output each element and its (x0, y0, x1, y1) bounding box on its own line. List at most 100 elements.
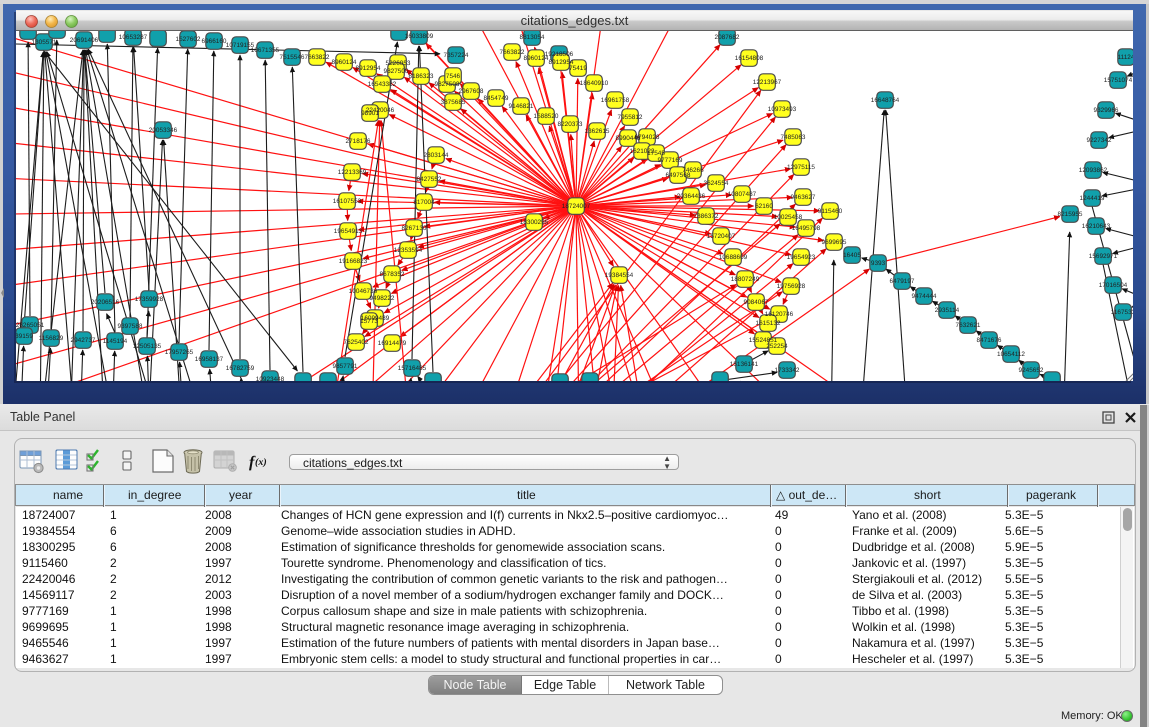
svg-text:9777169: 9777169 (658, 157, 683, 164)
svg-text:7485063: 7485063 (781, 134, 806, 141)
svg-text:10973493: 10973493 (768, 106, 797, 113)
svg-text:9699695: 9699695 (822, 239, 847, 246)
svg-text:16543382: 16543382 (368, 81, 397, 88)
svg-text:75419: 75419 (569, 65, 587, 72)
svg-text:18300295: 18300295 (520, 219, 549, 226)
svg-text:16495798: 16495798 (792, 225, 821, 232)
svg-text:8678352: 8678352 (380, 271, 405, 278)
svg-text:3624554: 3624554 (704, 180, 729, 187)
svg-text:8912954: 8912954 (356, 65, 381, 72)
svg-text:9329966: 9329966 (1094, 107, 1119, 114)
svg-text:15751074: 15751074 (1104, 77, 1133, 84)
svg-text:7515546: 7515546 (280, 54, 305, 61)
svg-text:2087682: 2087682 (715, 34, 740, 41)
svg-text:19756928: 19756928 (777, 283, 806, 290)
svg-text:20691406: 20691406 (70, 37, 99, 44)
svg-text:7663822: 7663822 (305, 54, 330, 61)
svg-text:12353594: 12353594 (394, 247, 423, 254)
svg-text:9498222: 9498222 (370, 295, 395, 302)
svg-text:10046736: 10046736 (349, 288, 378, 295)
svg-text:8427552: 8427552 (417, 176, 442, 183)
svg-text:1362615: 1362615 (585, 128, 610, 135)
svg-text:8813054: 8813054 (520, 34, 545, 41)
svg-text:1156829: 1156829 (39, 335, 64, 342)
svg-text:9245652: 9245652 (1019, 367, 1044, 374)
svg-text:15720407: 15720407 (707, 233, 736, 240)
svg-text:(x): (x) (255, 457, 267, 468)
svg-text:1588520: 1588520 (534, 113, 559, 120)
svg-text:19166823: 19166823 (339, 258, 368, 265)
svg-text:1733342: 1733342 (775, 367, 800, 374)
svg-text:9827500: 9827500 (384, 68, 409, 75)
svg-text:98901: 98901 (361, 110, 379, 117)
svg-text:10807487: 10807487 (728, 191, 757, 198)
svg-text:15773: 15773 (360, 318, 378, 325)
svg-text:20364436: 20364436 (677, 193, 706, 200)
svg-text:26265051: 26265051 (16, 322, 45, 329)
svg-text:6966160: 6966160 (202, 38, 227, 45)
svg-text:746266: 746266 (682, 167, 704, 174)
svg-text:62160: 62160 (755, 203, 773, 210)
svg-text:1527602: 1527602 (176, 36, 201, 43)
svg-text:16914479: 16914479 (378, 340, 407, 347)
svg-text:1244419: 1244419 (1080, 195, 1105, 202)
svg-text:7357224: 7357224 (444, 52, 469, 59)
svg-text:7663822: 7663822 (500, 49, 525, 56)
svg-text:16107553: 16107553 (333, 198, 362, 205)
svg-text:10654112: 10654112 (997, 351, 1025, 358)
svg-text:9827508: 9827508 (435, 81, 460, 88)
svg-text:19654923: 19654923 (787, 254, 816, 261)
svg-text:10688609: 10688609 (719, 254, 748, 261)
svg-text:15716485: 15716485 (398, 365, 427, 372)
svg-text:19384554: 19384554 (605, 272, 634, 279)
svg-text:1167533: 1167533 (1111, 309, 1133, 316)
svg-text:12505135: 12505135 (133, 343, 162, 350)
svg-text:16120746: 16120746 (765, 311, 794, 318)
svg-text:3875685: 3875685 (441, 99, 466, 106)
svg-text:8267130: 8267130 (402, 225, 427, 232)
svg-text:19654913: 19654913 (334, 228, 363, 235)
svg-text:9463627: 9463627 (791, 194, 816, 201)
svg-text:16405: 16405 (843, 252, 861, 259)
svg-text:2942737: 2942737 (71, 337, 96, 344)
svg-text:9146821: 9146821 (509, 103, 534, 110)
svg-text:1145194: 1145194 (103, 338, 128, 345)
svg-text:12093862: 12093862 (1079, 167, 1108, 174)
svg-text:17016504: 17016504 (1099, 282, 1128, 289)
svg-text:9115460: 9115460 (818, 208, 843, 215)
svg-text:7386372: 7386372 (694, 213, 719, 220)
svg-text:9393: 9393 (871, 260, 886, 267)
svg-text:39159: 39159 (16, 333, 33, 340)
svg-text:10671355: 10671355 (251, 47, 280, 54)
svg-text:11124: 11124 (1118, 54, 1133, 61)
svg-text:16210643: 16210643 (1082, 223, 1111, 230)
svg-text:16033809: 16033809 (405, 33, 434, 40)
svg-text:20053346: 20053346 (149, 127, 178, 134)
svg-text:19218506: 19218506 (545, 51, 574, 58)
svg-text:10653287: 10653287 (119, 34, 148, 41)
svg-text:9474444: 9474444 (912, 293, 937, 300)
svg-text:8960124: 8960124 (524, 55, 549, 62)
svg-text:8186323: 8186323 (409, 73, 434, 80)
svg-text:7632621: 7632621 (956, 322, 981, 329)
svg-text:12213967: 12213967 (753, 79, 782, 86)
svg-text:5226053: 5226053 (386, 60, 411, 67)
svg-text:12975115: 12975115 (787, 164, 815, 171)
svg-text:18807249: 18807249 (731, 276, 760, 283)
svg-text:6479197: 6479197 (890, 278, 915, 285)
svg-text:12213369: 12213369 (338, 169, 367, 176)
svg-text:15136141: 15136141 (730, 361, 759, 368)
svg-text:16961758: 16961758 (601, 97, 630, 104)
svg-text:2718176: 2718176 (346, 138, 371, 145)
svg-text:10923448: 10923448 (256, 376, 285, 381)
svg-text:9397588: 9397588 (118, 323, 143, 330)
svg-text:2967608: 2967608 (459, 88, 484, 95)
svg-text:17545: 17545 (647, 150, 665, 157)
svg-text:2803144: 2803144 (424, 152, 449, 159)
svg-text:7955812: 7955812 (618, 114, 643, 121)
svg-text:6794028: 6794028 (635, 134, 660, 141)
svg-text:18640910: 18640910 (580, 80, 609, 87)
svg-text:16782759: 16782759 (226, 365, 255, 372)
svg-text:8471676: 8471676 (977, 337, 1002, 344)
svg-text:17359928: 17359928 (135, 296, 164, 303)
